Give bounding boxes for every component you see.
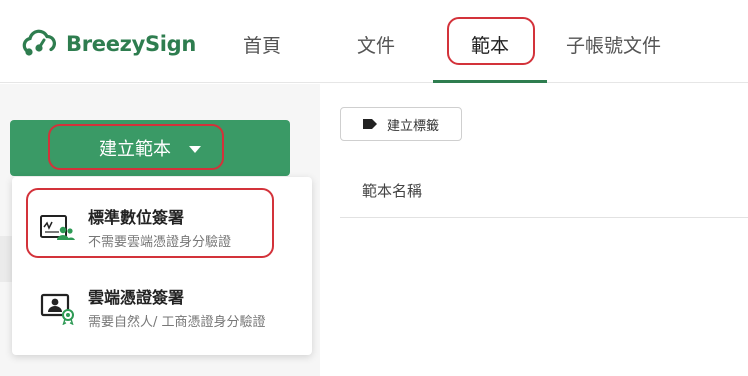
cloud-certificate-subtitle: 需要自然人/ 工商憑證身分驗證: [88, 315, 266, 330]
standard-signature-icon: [40, 215, 75, 240]
cloud-certificate-icon: [40, 293, 74, 325]
nav-documents[interactable]: 文件: [357, 31, 395, 58]
nav-home[interactable]: 首頁: [243, 31, 281, 58]
create-template-dropdown: 標準數位簽署 不需要雲端憑證身分驗證 雲端憑證簽署 需要自然人/ 工商憑證身分驗…: [12, 177, 312, 355]
create-tag-button[interactable]: 建立標籤: [340, 107, 462, 141]
brand-name: BreezySign: [66, 32, 197, 56]
nav-sub-account-documents[interactable]: 子帳號文件: [566, 31, 661, 58]
nav-templates[interactable]: 範本: [471, 31, 509, 58]
create-template-button[interactable]: 建立範本: [10, 120, 290, 176]
sidebar-list-item[interactable]: [0, 236, 12, 282]
caret-down-icon: [189, 145, 201, 153]
table-header-divider: [340, 217, 748, 218]
standard-signature-title: 標準數位簽署: [88, 208, 185, 227]
breezysign-logo-icon: [22, 29, 56, 56]
create-template-label: 建立範本: [99, 139, 171, 160]
dropdown-item-cloud-certificate-signature[interactable]: 雲端憑證簽署 需要自然人/ 工商憑證身分驗證: [12, 271, 312, 351]
brand-logo[interactable]: BreezySign: [20, 28, 196, 60]
cloud-certificate-title: 雲端憑證簽署: [88, 288, 185, 307]
create-tag-label: 建立標籤: [386, 118, 439, 134]
active-tab-indicator: [433, 80, 547, 83]
column-header-template-name[interactable]: 範本名稱: [362, 180, 422, 201]
top-header: BreezySign 首頁 文件 範本 子帳號文件: [0, 0, 748, 83]
tag-icon: [362, 119, 377, 129]
standard-signature-subtitle: 不需要雲端憑證身分驗證: [88, 235, 232, 250]
dropdown-item-standard-signature[interactable]: 標準數位簽署 不需要雲端憑證身分驗證: [12, 191, 312, 271]
